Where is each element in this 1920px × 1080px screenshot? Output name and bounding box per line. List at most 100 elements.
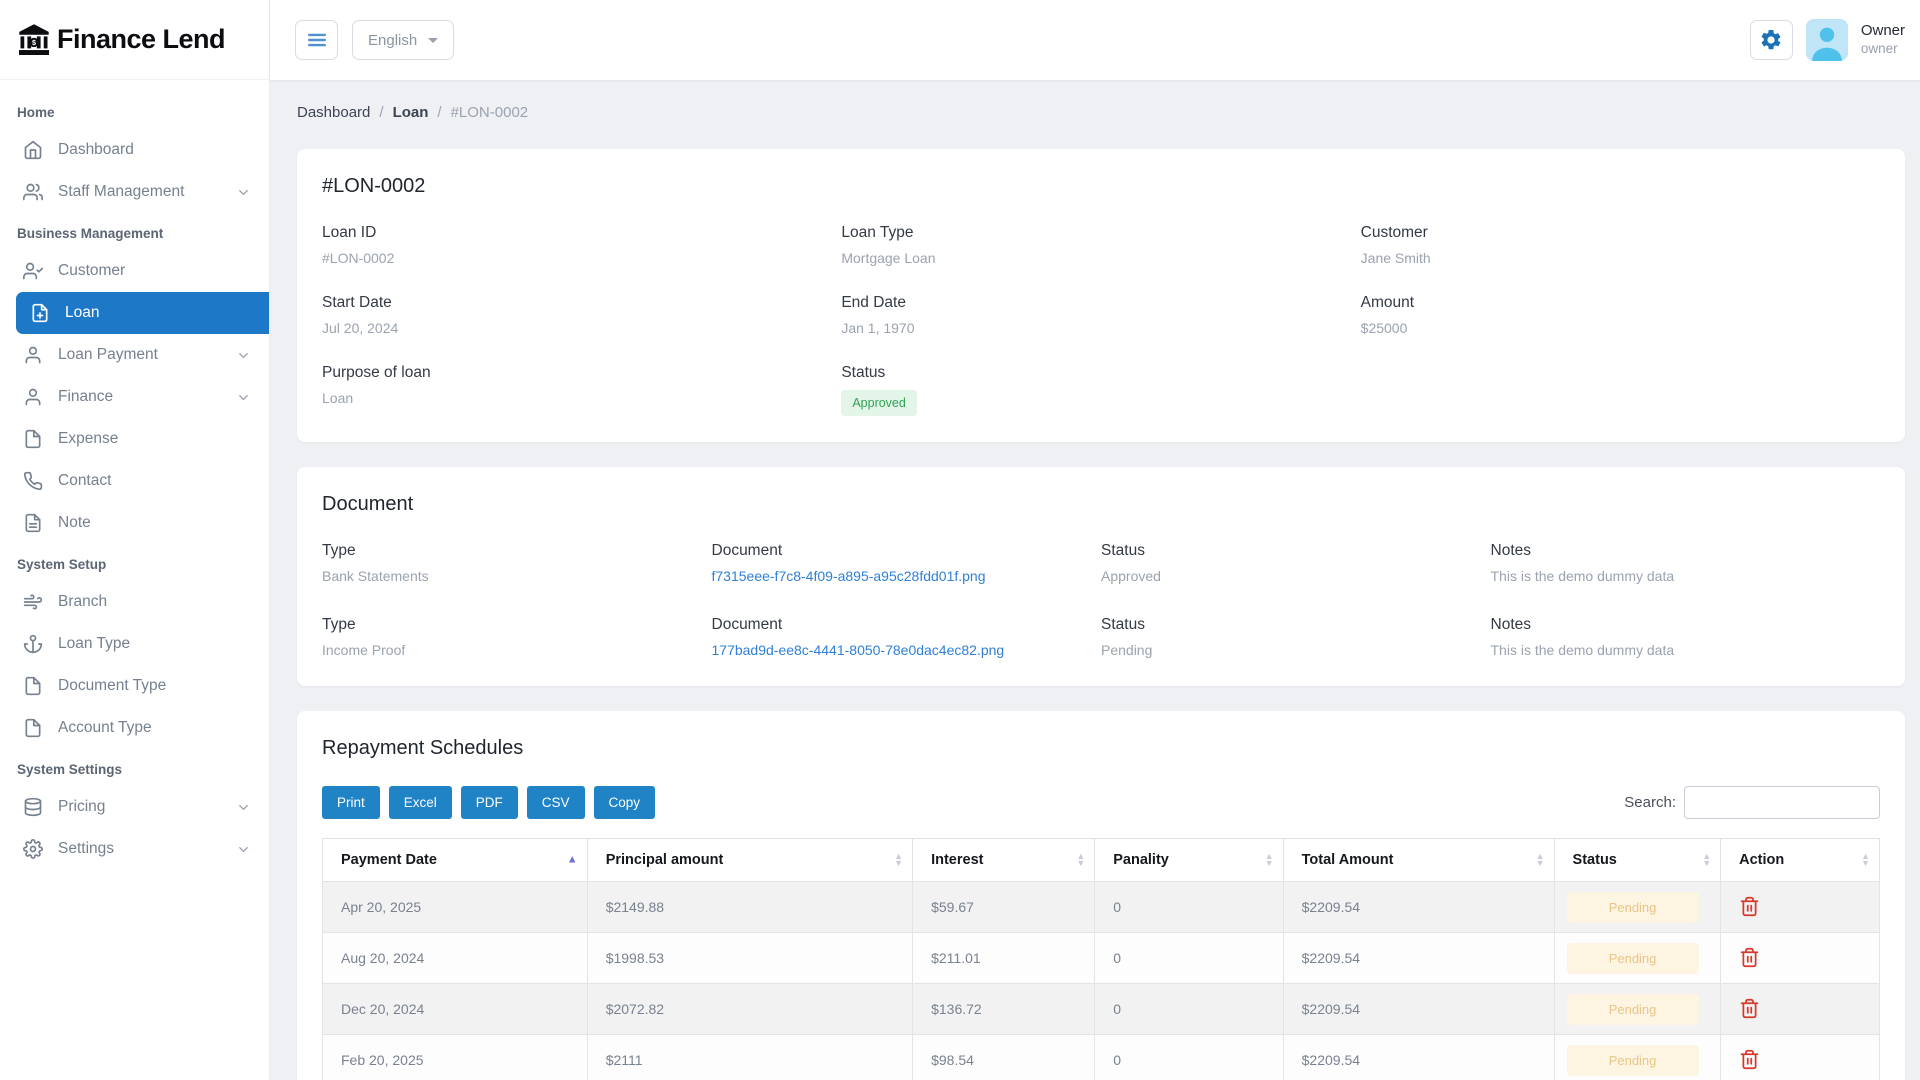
delete-row-button[interactable] <box>1739 996 1760 1022</box>
sidebar-item-label: Loan Payment <box>58 346 158 364</box>
user-check-icon <box>23 261 43 281</box>
cell-panality: 0 <box>1095 882 1283 933</box>
column-header-principal-amount[interactable]: Principal amount▲▼ <box>587 839 912 882</box>
cell-panality: 0 <box>1095 984 1283 1035</box>
sidebar-item-loan-type[interactable]: Loan Type <box>0 623 269 665</box>
field-label: Document <box>712 542 1102 560</box>
hamburger-icon <box>306 29 328 51</box>
loan-field-status: StatusApproved <box>841 364 1360 416</box>
field-label: End Date <box>841 294 1360 312</box>
sidebar-section-title: System Settings <box>0 749 269 786</box>
sidebar-item-loan[interactable]: Loan <box>16 292 269 334</box>
field-label: Status <box>1101 542 1491 560</box>
breadcrumb-dashboard[interactable]: Dashboard <box>297 104 370 121</box>
topbar: English Owner ow <box>270 0 1920 80</box>
search-wrap: Search: <box>1624 786 1880 819</box>
wind-icon <box>23 592 43 612</box>
chevron-down-icon <box>236 348 251 363</box>
sidebar: $ Finance Lend HomeDashboardStaff Manage… <box>0 0 270 1080</box>
export-copy-button[interactable]: Copy <box>594 786 656 819</box>
language-dropdown[interactable]: English <box>352 20 454 60</box>
sidebar-item-label: Customer <box>58 262 125 280</box>
column-label: Principal amount <box>606 852 724 868</box>
sidebar-item-label: Branch <box>58 593 107 611</box>
table-body: Apr 20, 2025 $2149.88 $59.67 0 $2209.54 … <box>323 882 1880 1080</box>
cell-status: Pending <box>1554 984 1721 1035</box>
file-icon <box>23 676 43 696</box>
document-file-link[interactable]: 177bad9d-ee8c-4441-8050-78e0dac4ec82.png <box>712 642 1005 658</box>
trash-icon <box>1739 896 1760 917</box>
sidebar-item-contact[interactable]: Contact <box>0 460 269 502</box>
breadcrumb-separator: / <box>437 104 441 121</box>
sidebar-item-expense[interactable]: Expense <box>0 418 269 460</box>
loan-field-amount: Amount$25000 <box>1361 294 1880 336</box>
user-icon <box>23 345 43 365</box>
field-value: Jul 20, 2024 <box>322 320 841 336</box>
sidebar-item-loan-payment[interactable]: Loan Payment <box>0 334 269 376</box>
database-icon <box>23 797 43 817</box>
sidebar-item-settings[interactable]: Settings <box>0 828 269 870</box>
sidebar-item-label: Contact <box>58 472 111 490</box>
delete-row-button[interactable] <box>1739 894 1760 920</box>
document-notes-field: Notes This is the demo dummy data <box>1491 542 1881 586</box>
sidebar-item-customer[interactable]: Customer <box>0 250 269 292</box>
delete-row-button[interactable] <box>1739 945 1760 971</box>
pending-badge: Pending <box>1567 1045 1699 1076</box>
sidebar-item-label: Loan <box>65 304 99 322</box>
sidebar-item-pricing[interactable]: Pricing <box>0 786 269 828</box>
export-pdf-button[interactable]: PDF <box>461 786 518 819</box>
cell-action <box>1721 933 1880 984</box>
document-card-title: Document <box>322 493 1880 516</box>
pending-badge: Pending <box>1567 943 1699 974</box>
column-header-status[interactable]: Status▲▼ <box>1554 839 1721 882</box>
settings-button[interactable] <box>1750 20 1793 60</box>
export-csv-button[interactable]: CSV <box>527 786 585 819</box>
sidebar-item-dashboard[interactable]: Dashboard <box>0 129 269 171</box>
column-label: Panality <box>1113 852 1169 868</box>
sort-icon: ▲▼ <box>1536 853 1545 867</box>
sidebar-section-title: Home <box>0 92 269 129</box>
sidebar-item-document-type[interactable]: Document Type <box>0 665 269 707</box>
column-header-total-amount[interactable]: Total Amount▲▼ <box>1283 839 1554 882</box>
column-label: Status <box>1573 852 1617 868</box>
cell-principal: $2072.82 <box>587 984 912 1035</box>
delete-row-button[interactable] <box>1739 1047 1760 1073</box>
sidebar-item-staff-management[interactable]: Staff Management <box>0 171 269 213</box>
sidebar-item-note[interactable]: Note <box>0 502 269 544</box>
sidebar-item-label: Expense <box>58 430 118 448</box>
sort-icon: ▲▼ <box>1861 853 1870 867</box>
user-meta[interactable]: Owner owner <box>1861 22 1905 58</box>
field-label: Notes <box>1491 542 1881 560</box>
search-input[interactable] <box>1684 786 1880 819</box>
column-label: Action <box>1739 852 1784 868</box>
breadcrumb-loan[interactable]: Loan <box>393 104 429 121</box>
person-icon <box>1806 19 1848 61</box>
avatar[interactable] <box>1806 19 1848 61</box>
pending-badge: Pending <box>1567 892 1699 923</box>
export-excel-button[interactable]: Excel <box>389 786 452 819</box>
trash-icon <box>1739 998 1760 1019</box>
document-file-link[interactable]: f7315eee-f7c8-4f09-a895-a95c28fdd01f.png <box>712 568 986 584</box>
file-plus-icon <box>30 303 50 323</box>
column-header-action[interactable]: Action ▲▼ <box>1721 839 1880 882</box>
sidebar-item-label: Settings <box>58 840 114 858</box>
brand-logo[interactable]: $ Finance Lend <box>0 0 269 80</box>
cell-status: Pending <box>1554 933 1721 984</box>
search-label: Search: <box>1624 794 1676 811</box>
field-label: Status <box>841 364 1360 382</box>
sidebar-item-finance[interactable]: Finance <box>0 376 269 418</box>
document-grid: Type Bank Statements Document f7315eee-f… <box>322 542 1880 660</box>
sidebar-item-label: Note <box>58 514 91 532</box>
sidebar-item-account-type[interactable]: Account Type <box>0 707 269 749</box>
sidebar-item-label: Account Type <box>58 719 152 737</box>
loan-field-start-date: Start DateJul 20, 2024 <box>322 294 841 336</box>
export-print-button[interactable]: Print <box>322 786 380 819</box>
sidebar-toggle-button[interactable] <box>295 20 338 60</box>
loan-detail-card: #LON-0002 Loan ID#LON-0002Loan TypeMortg… <box>297 149 1905 442</box>
column-header-panality[interactable]: Panality▲▼ <box>1095 839 1283 882</box>
repayment-card: Repayment Schedules PrintExcelPDFCSVCopy… <box>297 711 1905 1080</box>
column-header-interest[interactable]: Interest▲▼ <box>913 839 1095 882</box>
sidebar-item-branch[interactable]: Branch <box>0 581 269 623</box>
sidebar-item-label: Loan Type <box>58 635 130 653</box>
column-header-payment-date[interactable]: Payment Date▲ <box>323 839 588 882</box>
